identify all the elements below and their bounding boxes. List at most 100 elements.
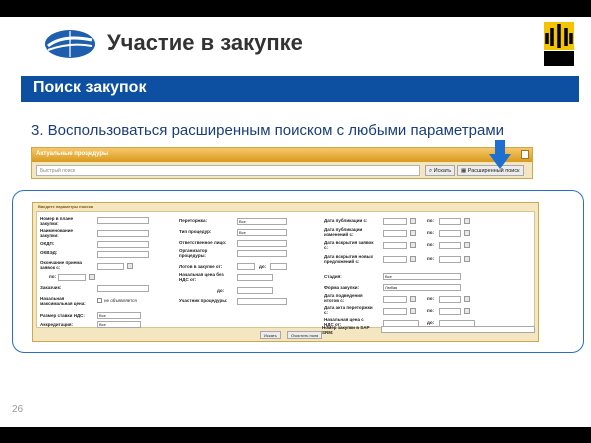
- rebidding-select[interactable]: Все: [237, 218, 287, 225]
- calendar-icon[interactable]: [410, 218, 416, 224]
- clear-fields-button[interactable]: Очистить поля: [287, 331, 323, 339]
- okved-input[interactable]: [97, 251, 149, 258]
- advanced-search-form: Номер в плане закупки: Наименование заку…: [36, 211, 535, 328]
- purchase-name-label: Наименование закупки:: [40, 228, 74, 238]
- calendar-icon[interactable]: [464, 230, 470, 236]
- rebid-act-date-label: Дата акта переторжки с:: [324, 305, 373, 315]
- deadline-label: Окончание приема заявок с:: [40, 260, 82, 270]
- purchase-name-input[interactable]: [97, 230, 149, 237]
- advanced-search-icon: ▦: [461, 168, 467, 174]
- change-date-to-label: по:: [427, 230, 434, 235]
- calendar-icon[interactable]: [410, 296, 416, 302]
- page-title: Участие в закупке: [107, 30, 303, 55]
- accreditation-select[interactable]: Все: [97, 321, 141, 328]
- purchase-number-input[interactable]: [97, 217, 149, 224]
- customer-label: Заказчик:: [40, 285, 62, 290]
- calendar-icon[interactable]: [127, 263, 133, 269]
- lots-to-input[interactable]: [270, 263, 287, 270]
- price-no-vat-from-input[interactable]: [237, 274, 273, 281]
- accreditation-label: Аккредитация:: [40, 322, 73, 327]
- vat-rate-select[interactable]: Все: [97, 312, 141, 319]
- participants-label: Участник процедуры:: [179, 298, 228, 303]
- bottom-bar: [0, 427, 591, 443]
- page-number: 26: [12, 404, 24, 415]
- new-offers-from-input[interactable]: [383, 256, 407, 263]
- procedure-type-label: Тип процедур:: [179, 229, 212, 234]
- max-price-checkbox[interactable]: [97, 298, 102, 303]
- search-icon: ⌕: [429, 168, 433, 174]
- section-title: Поиск закупок: [33, 79, 147, 96]
- calendar-icon[interactable]: [464, 308, 470, 314]
- rebidding-label: Переторжка:: [179, 218, 207, 223]
- participants-input[interactable]: [237, 298, 287, 305]
- quick-search-input[interactable]: Быстрый поиск: [36, 165, 420, 176]
- rebid-act-from-input[interactable]: [383, 308, 407, 315]
- company-logo-icon: [45, 30, 95, 58]
- deadline-to-input[interactable]: [58, 274, 86, 281]
- pub-date-label: Дата публикации с:: [324, 218, 368, 223]
- price-no-vat-label: Начальная цена без НДС от:: [179, 272, 224, 282]
- summary-to-label: по:: [427, 296, 434, 301]
- change-date-from-input[interactable]: [383, 230, 407, 237]
- top-bar: [0, 0, 591, 17]
- max-price-checkbox-label: не объявляется: [104, 298, 137, 303]
- summary-from-input[interactable]: [383, 296, 407, 303]
- refresh-icon[interactable]: [521, 150, 529, 159]
- new-offers-to-label: по:: [427, 256, 434, 261]
- new-offers-to-input[interactable]: [439, 256, 461, 263]
- purchase-form-select[interactable]: Любая: [383, 284, 461, 291]
- summary-to-input[interactable]: [439, 296, 461, 303]
- deadline-to-label: по:: [49, 274, 56, 279]
- arrow-down-icon: [489, 140, 511, 169]
- open-date-from-input[interactable]: [383, 242, 407, 249]
- summary-date-label: Дата подведения итогов с:: [324, 293, 363, 303]
- advanced-search-submit-button[interactable]: Искать: [260, 331, 281, 339]
- organizer-label: Организатор процедуры:: [179, 248, 208, 258]
- calendar-icon[interactable]: [410, 242, 416, 248]
- okdp-label: ОКДП:: [40, 241, 55, 246]
- price-no-vat-to-input[interactable]: [237, 287, 273, 294]
- quick-search-header: Актуальные процедуры: [32, 148, 532, 162]
- quick-search-title: Актуальные процедуры: [36, 151, 109, 157]
- new-offers-date-label: Дата вскрытия новых предложений с:: [324, 254, 374, 264]
- calendar-icon[interactable]: [464, 218, 470, 224]
- calendar-icon[interactable]: [464, 256, 470, 262]
- purchase-form-label: Форма закупки:: [324, 285, 359, 290]
- open-date-to-label: по:: [427, 242, 434, 247]
- responsible-input[interactable]: [237, 240, 287, 247]
- stage-select[interactable]: Все: [383, 273, 461, 280]
- pub-date-to-label: по:: [427, 218, 434, 223]
- calendar-icon[interactable]: [89, 274, 95, 280]
- advanced-search-title: Введите параметры поиска: [38, 204, 93, 209]
- stage-label: Стадия:: [324, 274, 342, 279]
- pub-date-from-input[interactable]: [383, 218, 407, 225]
- sap-number-label: Номер закупки в SAP SRM:: [322, 325, 370, 335]
- vat-rate-label: Размер ставки НДС:: [40, 313, 85, 318]
- open-date-to-input[interactable]: [439, 242, 461, 249]
- responsible-label: Ответственное лицо:: [179, 240, 227, 245]
- change-date-to-input[interactable]: [439, 230, 461, 237]
- lots-from-input[interactable]: [237, 263, 255, 270]
- pub-date-to-input[interactable]: [439, 218, 461, 225]
- calendar-icon[interactable]: [410, 256, 416, 262]
- lots-from-label: Лотов в закупке от:: [179, 264, 223, 269]
- init-price-to-label: до:: [427, 320, 435, 325]
- calendar-icon[interactable]: [464, 296, 470, 302]
- organizer-input[interactable]: [237, 250, 287, 257]
- deadline-from-input[interactable]: [97, 263, 124, 270]
- rebid-act-to-input[interactable]: [439, 308, 461, 315]
- calendar-icon[interactable]: [410, 308, 416, 314]
- sap-number-input[interactable]: [381, 326, 535, 333]
- instruction-text: 3. Воспользоваться расширенным поиском с…: [31, 122, 505, 139]
- advanced-search-panel: Введите параметры поиска Номер в плане з…: [32, 202, 539, 342]
- procedure-type-select[interactable]: Все: [237, 229, 287, 236]
- quick-search-panel: Актуальные процедуры Быстрый поиск ⌕ Иск…: [31, 147, 533, 179]
- purchase-number-label: Номер в плане закупки:: [40, 216, 74, 226]
- price-to-label: до:: [217, 288, 225, 293]
- search-button[interactable]: ⌕ Искать: [425, 165, 456, 176]
- open-date-label: Дата вскрытия заявок с:: [324, 240, 374, 250]
- calendar-icon[interactable]: [464, 242, 470, 248]
- customer-input[interactable]: [97, 285, 149, 292]
- calendar-icon[interactable]: [410, 230, 416, 236]
- okdp-input[interactable]: [97, 241, 149, 248]
